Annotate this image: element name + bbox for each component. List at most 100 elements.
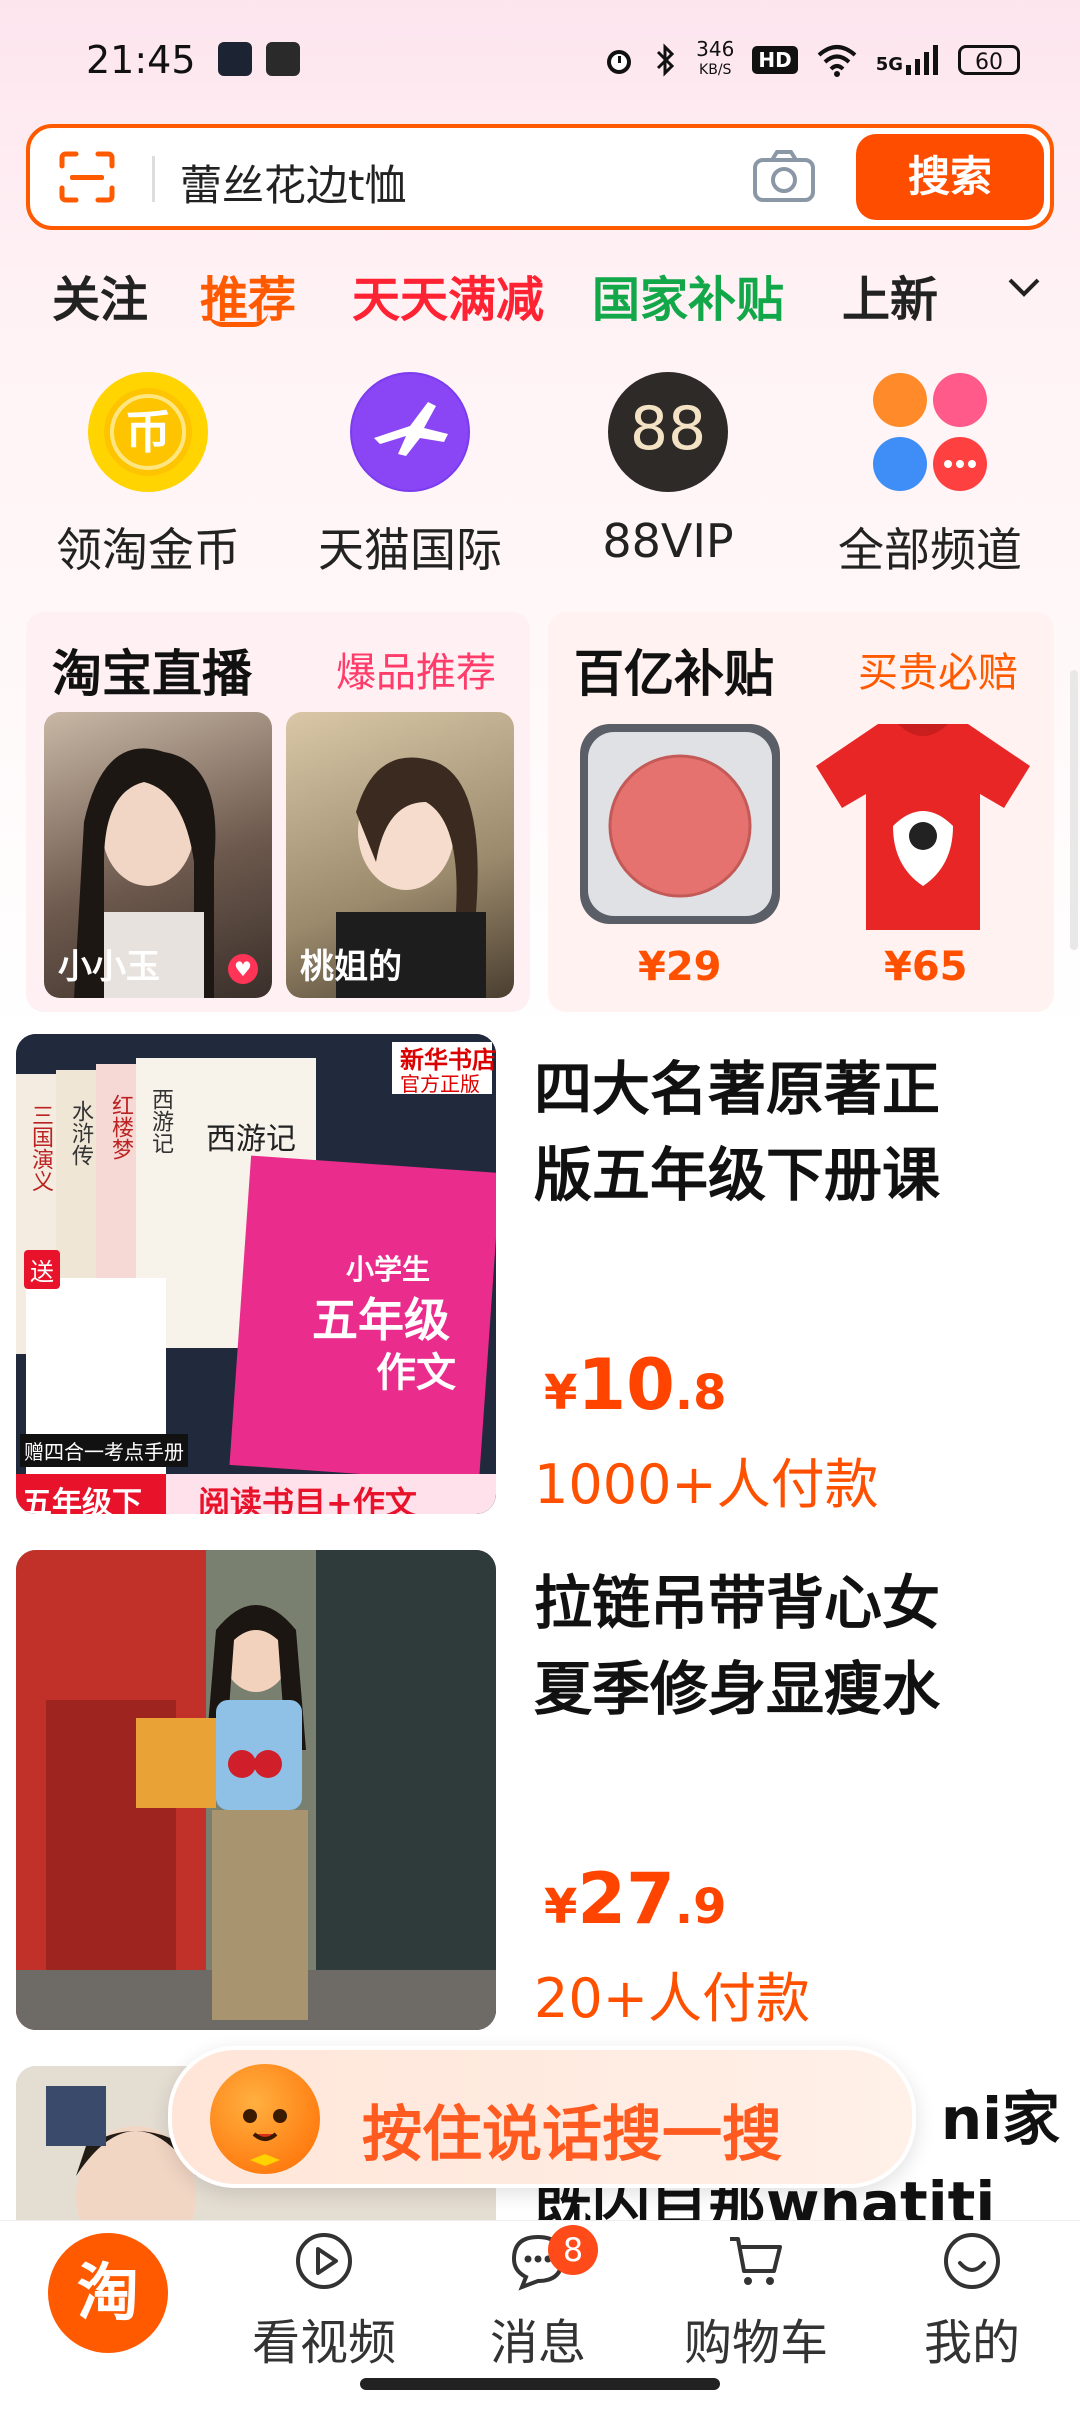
live-card[interactable]: 淘宝直播 爆品推荐 小小玉 ♥ 桃姐的	[26, 612, 530, 1012]
play-icon	[296, 2233, 352, 2289]
subsidy-price: ¥65	[884, 944, 968, 990]
gift-tag: 送	[24, 1250, 60, 1289]
price-decimal: .8	[674, 1365, 727, 1421]
product-title[interactable]: 拉链吊带背心女 夏季修身显瘦水	[534, 1560, 1034, 1732]
live-card-title: 淘宝直播	[52, 645, 252, 703]
scrollbar[interactable]	[1070, 670, 1078, 950]
blush-product-image[interactable]	[570, 714, 790, 934]
heart-icon: ♥	[228, 954, 258, 984]
signal-icon	[906, 44, 938, 75]
pink-book-line: 小学生	[346, 1253, 431, 1286]
product-title-line: 夏季修身显瘦水	[534, 1655, 941, 1723]
product-title-line: 拉链吊带背心女	[534, 1569, 941, 1637]
bottom-banner: 阅读书目+作文	[198, 1484, 417, 1514]
smile-icon	[944, 2233, 1000, 2289]
notification-app-icon	[218, 42, 252, 76]
gesture-home-bar[interactable]	[360, 2378, 720, 2390]
alarm-icon	[607, 49, 632, 74]
mascot-icon	[210, 2064, 320, 2174]
product-price: ¥10.8	[544, 1344, 726, 1426]
voice-search-button[interactable]: 按住说话搜一搜	[168, 2046, 916, 2188]
channel-label: 全部频道	[838, 523, 1022, 577]
tab-follow[interactable]: 关注	[52, 260, 148, 330]
nav-video[interactable]: 看视频	[234, 2231, 414, 2373]
tab-new-arrivals[interactable]: 上新	[842, 260, 938, 330]
subsidy-price: ¥29	[638, 944, 722, 990]
coin-icon: 币	[88, 372, 208, 492]
product-image[interactable]	[16, 1550, 496, 2030]
product-price: ¥27.9	[544, 1858, 726, 1940]
grade-tag: 五年级下	[22, 1486, 142, 1514]
search-button[interactable]: 搜索	[856, 134, 1044, 220]
channel-label: 领淘金币	[56, 523, 240, 577]
tshirt-product-image[interactable]	[808, 716, 1038, 936]
tab-daily-discount[interactable]: 天天满减	[352, 260, 544, 330]
streamer-name: 桃姐的	[300, 947, 402, 987]
hd-badge: HD	[752, 45, 798, 74]
price-symbol: ¥	[544, 1879, 578, 1935]
scan-icon[interactable]	[58, 150, 116, 204]
tab-national-subsidy[interactable]: 国家补贴	[592, 260, 784, 330]
book-spine-text: 三国演义	[28, 1104, 53, 1192]
camera-icon[interactable]	[752, 148, 816, 204]
signal-type: 5G	[875, 53, 903, 75]
bluetooth-icon	[657, 42, 675, 77]
channel-label: 88VIP	[602, 514, 734, 568]
price-integer: 27	[577, 1858, 675, 1940]
chevron-down-icon[interactable]	[1004, 268, 1044, 308]
live-stream-thumbnail[interactable]: 桃姐的	[286, 712, 514, 998]
nav-label: 购物车	[683, 2315, 828, 2371]
product-title[interactable]: 四大名著原著正 版五年级下册课	[534, 1046, 1034, 1218]
gift-banner: 赠四合一考点手册	[20, 1434, 188, 1467]
nav-label: 消息	[489, 2315, 586, 2371]
channel-tmall-global[interactable]: 天猫国际	[300, 372, 520, 580]
product-sales: 1000+人付款	[534, 1453, 879, 1516]
unread-badge: 8	[548, 2225, 598, 2275]
nav-label: 我的	[923, 2315, 1020, 2371]
search-divider	[152, 156, 155, 202]
search-bar[interactable]: 蕾丝花边t恤 搜索	[26, 124, 1054, 230]
battery-indicator: 60	[958, 44, 1020, 75]
price-integer: 10	[577, 1344, 675, 1426]
category-tabs: 关注 推荐 天天满减 国家补贴 上新	[0, 250, 1080, 330]
wifi-icon	[817, 44, 857, 77]
cart-icon	[730, 2237, 782, 2285]
live-stream-thumbnail[interactable]: 小小玉 ♥	[44, 712, 272, 998]
store-stamp-sub: 官方正版	[400, 1072, 480, 1096]
subsidy-card-subtitle: 买贵必赔	[858, 650, 1018, 696]
nav-label: 看视频	[251, 2315, 396, 2371]
svg-text:币: 币	[125, 405, 171, 459]
live-card-subtitle: 爆品推荐	[336, 650, 496, 696]
product-title-line: 版五年级下册课	[534, 1141, 941, 1209]
net-speed-value: 346	[696, 37, 735, 61]
product-image[interactable]: 三国演义 水浒传 红楼梦 西游记 西游记 新华书店 官方正版 送 小学生 五年级…	[16, 1034, 496, 1514]
streamer-name: 小小玉	[58, 947, 160, 987]
product-sales: 20+人付款	[534, 1967, 810, 2030]
book-cover-title: 西游记	[206, 1122, 296, 1157]
subsidy-card-title: 百亿补贴	[574, 645, 774, 703]
channel-coins[interactable]: 币 领淘金币	[38, 372, 258, 580]
status-right: 346 KB/S HD 5G 60	[602, 37, 1020, 79]
nav-me[interactable]: 我的	[882, 2231, 1062, 2373]
book-spine-text: 西游记	[148, 1088, 173, 1154]
channel-88vip[interactable]: 88 88VIP	[558, 372, 778, 568]
vip-icon-text: 88	[629, 394, 707, 464]
nav-messages[interactable]: 8 消息	[448, 2225, 628, 2373]
home-tab[interactable]: 淘	[48, 2233, 168, 2353]
subsidy-card[interactable]: 百亿补贴 买贵必赔 ¥29 ¥65	[548, 612, 1054, 1012]
channel-label: 天猫国际	[318, 523, 502, 577]
status-bar: 21:45 346 KB/S HD 5G 60	[0, 0, 1080, 120]
product-title-line: 四大名著原著正	[534, 1055, 941, 1123]
search-input[interactable]: 蕾丝花边t恤	[180, 152, 406, 213]
plane-globe-icon	[350, 372, 470, 492]
pink-book-line: 作文	[376, 1350, 456, 1396]
nav-cart[interactable]: 购物车	[666, 2231, 846, 2373]
channel-all[interactable]: 全部频道	[820, 372, 1040, 580]
book-spine-text: 水浒传	[68, 1100, 93, 1166]
status-time: 21:45	[86, 38, 196, 82]
vip-icon: 88	[608, 372, 728, 492]
active-tab-indicator	[208, 312, 268, 327]
voice-search-label: 按住说话搜一搜	[362, 2100, 782, 2170]
notification-app-icon-2	[266, 42, 300, 76]
price-decimal: .9	[674, 1879, 727, 1935]
